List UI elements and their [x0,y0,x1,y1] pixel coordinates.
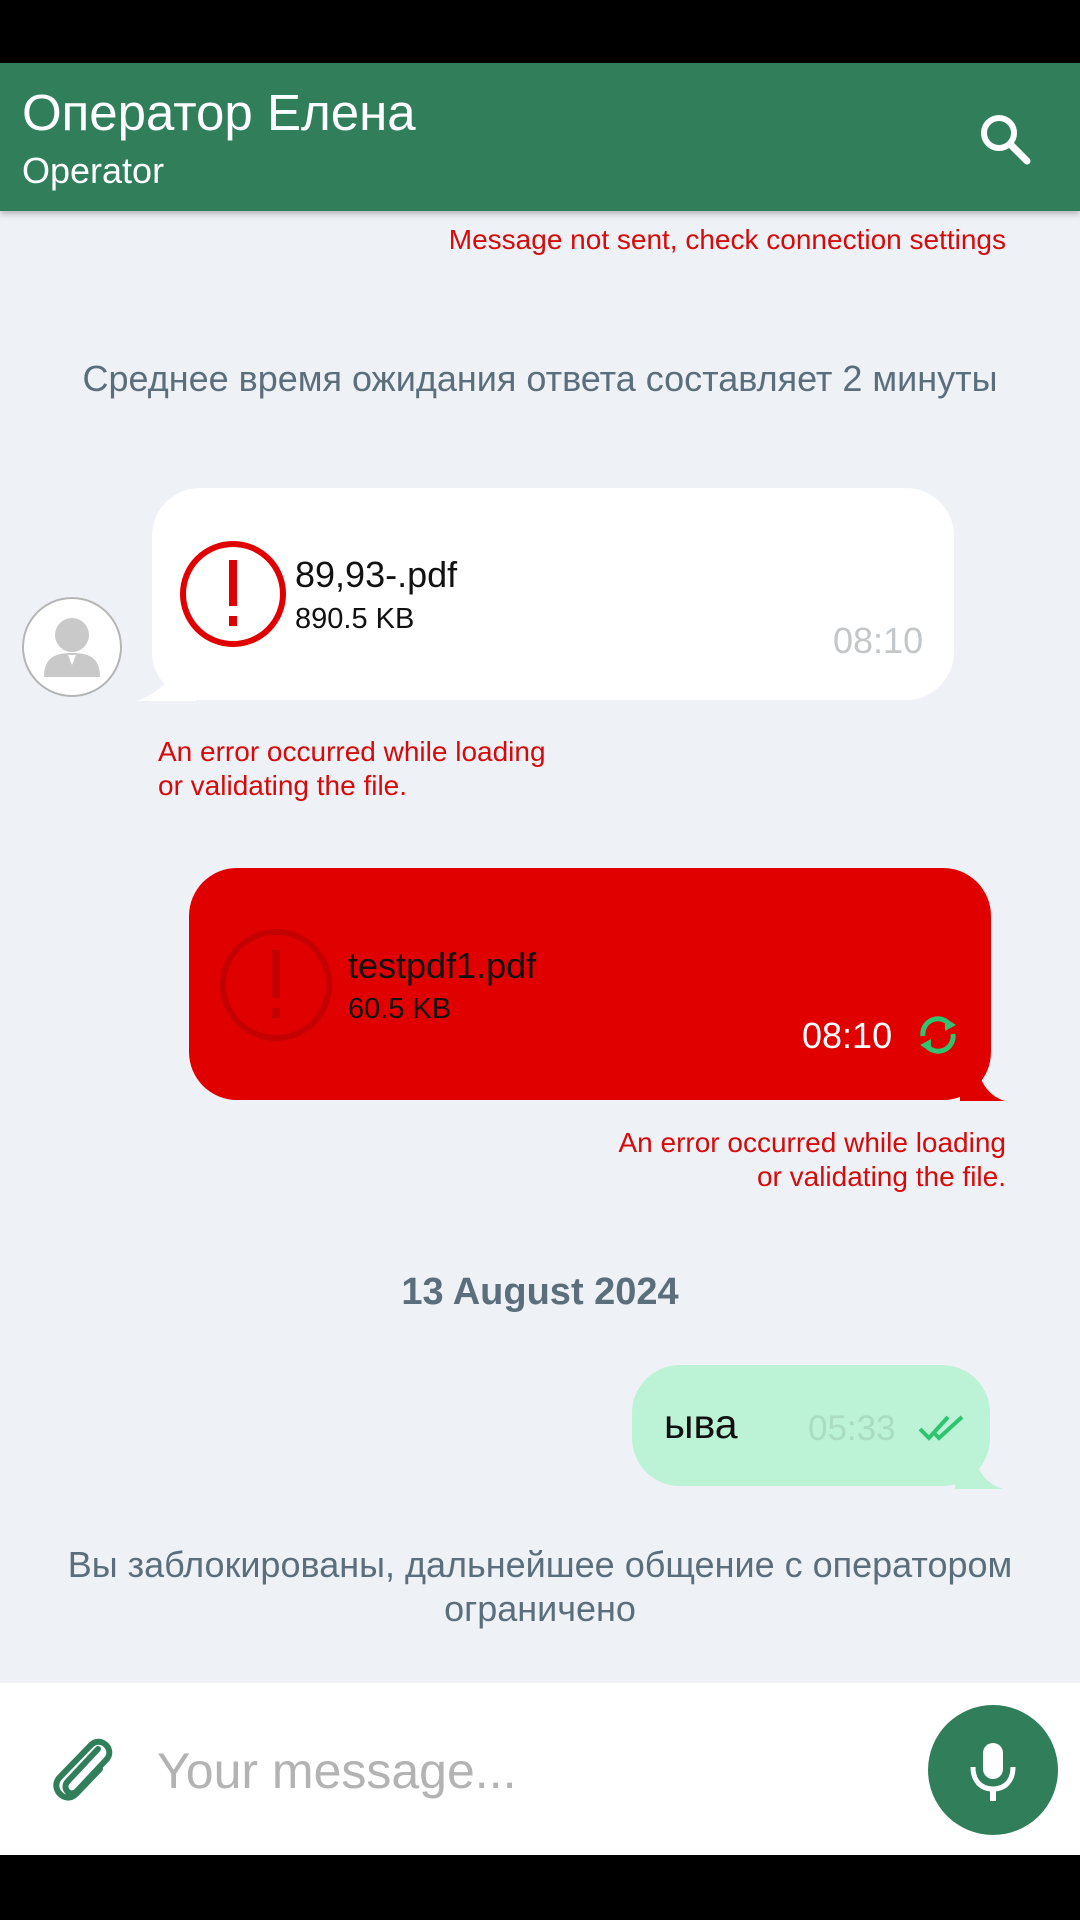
file-name: 89,93-.pdf [295,554,458,595]
user-silhouette-icon [44,618,100,677]
file-size: 60.5 KB [348,993,452,1025]
outgoing-text-message[interactable]: ыва 05:33 [632,1365,990,1486]
blocked-notice: Вы заблокированы, дальнейшее общение с о… [67,1544,1013,1629]
file-name: testpdf1.pdf [348,945,537,986]
send-error-text: Message not sent, check connection setti… [448,224,1006,255]
message-text: ыва [664,1401,738,1447]
app-bar: Оператор Елена Operator [0,63,1080,211]
message-time: 08:10 [802,1015,893,1056]
incoming-file-message[interactable]: 89,93-.pdf 890.5 KB 08:10 [152,488,954,700]
wait-time-notice: Среднее время ожидания ответа составляет… [82,358,998,399]
search-icon[interactable] [975,109,1035,169]
file-error-text: An error occurred while loading or valid… [158,736,546,801]
error-alert-icon [220,929,332,1041]
chat-title: Оператор Елена [22,84,416,141]
message-composer: Your message... [0,1683,1080,1855]
double-check-icon [918,1415,964,1441]
message-time: 05:33 [808,1409,896,1448]
operator-avatar [22,597,122,697]
navigation-bar [0,1855,1080,1920]
file-size: 890.5 KB [295,603,415,635]
message-input[interactable]: Your message... [157,1741,516,1801]
paperclip-icon[interactable] [48,1731,118,1807]
date-divider: 13 August 2024 [401,1271,679,1313]
status-bar [0,0,1080,63]
microphone-button[interactable] [928,1705,1058,1835]
microphone-icon [970,1743,1016,1801]
chat-area[interactable]: Message not sent, check connection setti… [0,211,1080,1683]
error-alert-icon [180,541,286,647]
outgoing-file-message[interactable]: testpdf1.pdf 60.5 KB 08:10 [189,868,991,1100]
message-time: 08:10 [833,620,924,661]
file-error-text: An error occurred while loading or valid… [618,1127,1006,1192]
chat-subtitle: Operator [22,150,165,191]
retry-icon[interactable] [915,1014,961,1056]
